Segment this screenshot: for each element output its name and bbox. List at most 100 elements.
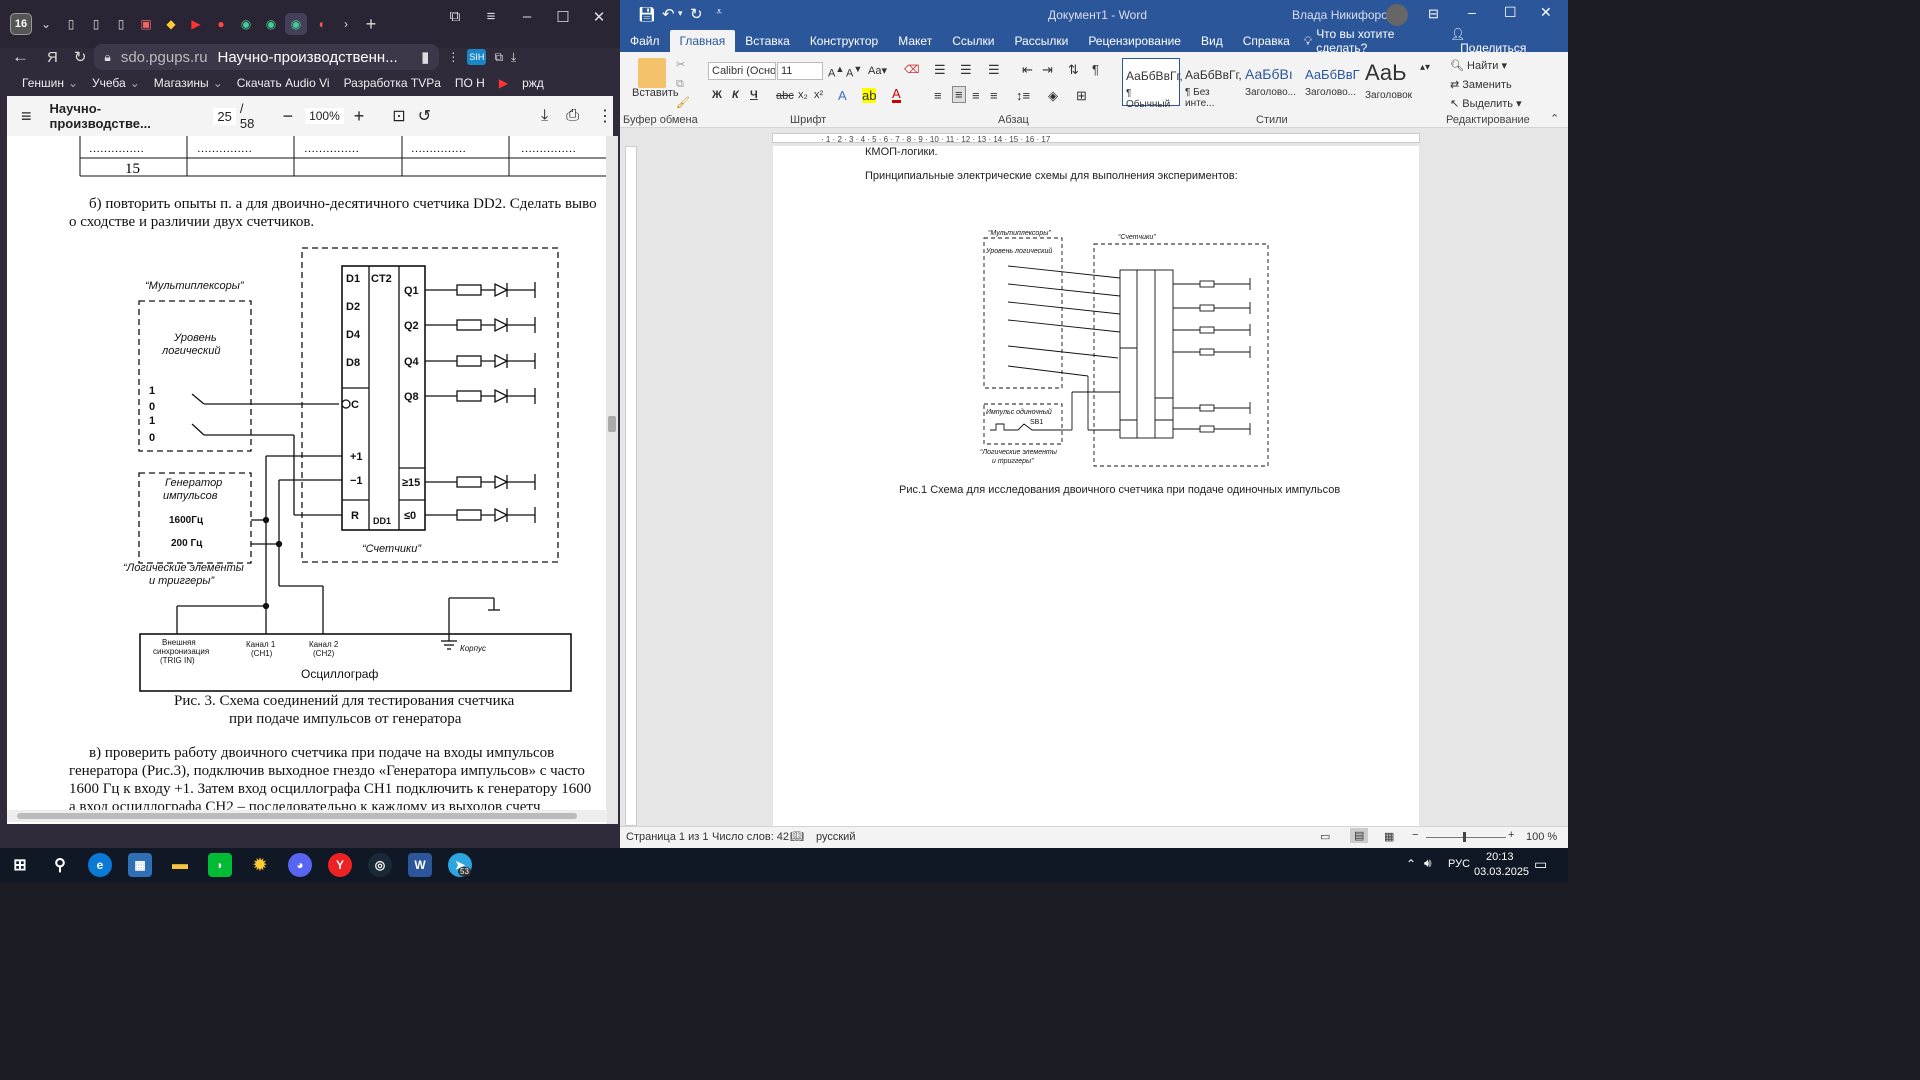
tab-favicon[interactable]: ◆: [160, 13, 182, 35]
bullets-icon[interactable]: ☰: [934, 62, 946, 78]
language-indicator[interactable]: РУС: [1448, 858, 1470, 870]
back-arrow-icon[interactable]: ←: [12, 47, 29, 67]
bookmark-link[interactable]: Разработка TVPa: [344, 76, 441, 90]
font-size-select[interactable]: 11: [777, 62, 823, 80]
paste-icon[interactable]: [638, 58, 666, 88]
web-layout-icon[interactable]: ▦: [1384, 830, 1394, 843]
user-name[interactable]: Влада Никифорова: [1292, 8, 1401, 22]
decrease-indent-icon[interactable]: ⇤: [1022, 62, 1033, 78]
tab-file[interactable]: Файл: [620, 34, 670, 48]
status-language[interactable]: русский: [816, 831, 855, 843]
tab-favicon[interactable]: ◉: [260, 13, 282, 35]
chevron-down-icon[interactable]: ▾: [678, 8, 683, 19]
font-name-select[interactable]: Calibri (Осно: [708, 62, 776, 80]
ribbon-display-icon[interactable]: ⊟: [1428, 6, 1439, 22]
zoom-value[interactable]: 100%: [305, 108, 344, 124]
tab-favicon[interactable]: ◉: [235, 13, 257, 35]
borders-icon[interactable]: ⊞: [1076, 88, 1087, 104]
reload-icon[interactable]: ↻: [74, 48, 87, 66]
clock-date[interactable]: 03.03.2025: [1474, 866, 1529, 878]
share-button[interactable]: 👤︎ Поделиться: [1440, 27, 1568, 55]
tab-design[interactable]: Конструктор: [800, 34, 888, 48]
new-tab-plus-icon[interactable]: +: [360, 13, 382, 35]
tab-counter[interactable]: 16: [10, 13, 32, 35]
download-icon[interactable]: ⤓: [541, 107, 548, 125]
print-layout-icon[interactable]: ▤: [1350, 828, 1369, 843]
chevron-up-icon[interactable]: ⌃: [1406, 857, 1416, 871]
tab-favicon[interactable]: ●: [210, 13, 232, 35]
align-right-icon[interactable]: ≡: [972, 88, 980, 103]
tab-layout[interactable]: Макет: [888, 34, 942, 48]
italic-button[interactable]: К: [732, 89, 739, 101]
justify-icon[interactable]: ≡: [990, 88, 998, 103]
clock-time[interactable]: 20:13: [1486, 851, 1514, 863]
tabs-icon[interactable]: ⧉: [440, 8, 470, 25]
tab-document-icon[interactable]: ▯: [110, 13, 132, 35]
tab-favicon[interactable]: ▣: [135, 13, 157, 35]
maximize-icon[interactable]: ☐: [548, 8, 578, 26]
tab-favicon-active[interactable]: ◉: [285, 13, 307, 35]
line-spacing-icon[interactable]: ↕≡: [1016, 88, 1030, 103]
file-explorer-icon[interactable]: ▬: [168, 853, 192, 877]
discord-icon[interactable]: ◕: [288, 853, 312, 877]
status-words[interactable]: Число слов: 42: [712, 831, 789, 843]
clear-format-icon[interactable]: ⌫: [904, 63, 920, 76]
bookmark-folder[interactable]: Учеба: [92, 76, 126, 90]
search-icon[interactable]: ⚲: [48, 853, 72, 877]
zoom-in-button[interactable]: +: [1508, 829, 1514, 841]
read-mode-icon[interactable]: ▭: [1320, 830, 1330, 843]
fit-page-icon[interactable]: ⊡: [392, 106, 405, 126]
youtube-icon[interactable]: ▶: [185, 13, 207, 35]
minimize-icon[interactable]: –: [1468, 4, 1476, 20]
underline-button[interactable]: Ч: [750, 89, 758, 101]
save-icon[interactable]: 💾︎: [638, 6, 656, 23]
bold-button[interactable]: Ж: [712, 89, 722, 101]
download-icon[interactable]: ⤓: [511, 50, 516, 65]
shading-icon[interactable]: ◈: [1048, 88, 1058, 104]
start-windows-icon[interactable]: ⊞: [8, 853, 32, 877]
zoom-level[interactable]: 100 %: [1526, 831, 1557, 843]
strikethrough-button[interactable]: abc: [776, 90, 794, 102]
styles-more-icon[interactable]: ▴▾: [1420, 62, 1430, 73]
tab-mailings[interactable]: Рассылки: [1004, 34, 1078, 48]
style-heading-1[interactable]: АаБбВı Заголово...: [1242, 58, 1300, 106]
collections-icon[interactable]: ⧉: [494, 50, 503, 65]
highlight-icon[interactable]: ab: [862, 88, 877, 103]
address-bar[interactable]: 🔒︎ sdo.pgups.ru Научно-производственн...…: [94, 44, 440, 70]
document-page[interactable]: КМОП-логики. Принципиальные электрически…: [773, 146, 1419, 826]
edge-icon[interactable]: e: [88, 853, 112, 877]
superscript-button[interactable]: x²: [814, 89, 823, 101]
extension-icon[interactable]: SIH: [467, 49, 487, 65]
increase-indent-icon[interactable]: ⇥: [1042, 62, 1053, 78]
select-button[interactable]: ↖ Выделить ▾: [1450, 97, 1522, 110]
maximize-icon[interactable]: ☐: [1504, 4, 1517, 21]
menu-icon[interactable]: ≡: [476, 8, 506, 25]
vertical-scrollbar[interactable]: [606, 136, 618, 824]
zoom-in-button[interactable]: +: [354, 106, 365, 127]
grow-font-icon[interactable]: A▲: [828, 64, 844, 80]
sort-icon[interactable]: ⇅: [1068, 62, 1079, 78]
calculator-icon[interactable]: ▦: [128, 853, 152, 877]
text-effects-icon[interactable]: A: [838, 88, 847, 103]
tab-favicon[interactable]: ◖: [310, 13, 332, 35]
steam-icon[interactable]: ◎: [368, 853, 392, 877]
font-color-icon[interactable]: A: [892, 87, 901, 103]
shrink-font-icon[interactable]: A▼: [846, 64, 862, 80]
yandex-browser-icon[interactable]: Y: [328, 853, 352, 877]
pilcrow-icon[interactable]: ¶: [1092, 62, 1099, 77]
bookmark-link[interactable]: Скачать Audio Vi: [237, 76, 330, 90]
app-icon[interactable]: ✹: [248, 853, 272, 877]
bookmark-folder[interactable]: Магазины: [154, 76, 209, 90]
style-normal[interactable]: АаБбВвГг, ¶ Обычный: [1122, 58, 1183, 110]
bookmark-folder[interactable]: ржд: [522, 76, 544, 90]
copy-icon[interactable]: ⧉: [676, 78, 684, 91]
scroll-thumb[interactable]: [608, 416, 616, 432]
style-no-spacing[interactable]: АаБбВвГг, ¶ Без инте...: [1182, 58, 1242, 109]
style-title[interactable]: АаЬ Заголовок: [1362, 58, 1420, 106]
bookmark-link[interactable]: ПО Н: [455, 76, 485, 90]
collapse-ribbon-icon[interactable]: ⌃: [1550, 112, 1559, 125]
undo-icon[interactable]: ↶: [662, 5, 675, 23]
tab-home[interactable]: Главная: [669, 30, 736, 52]
zoom-out-button[interactable]: −: [283, 106, 294, 127]
app-icon[interactable]: ◗: [208, 853, 232, 877]
